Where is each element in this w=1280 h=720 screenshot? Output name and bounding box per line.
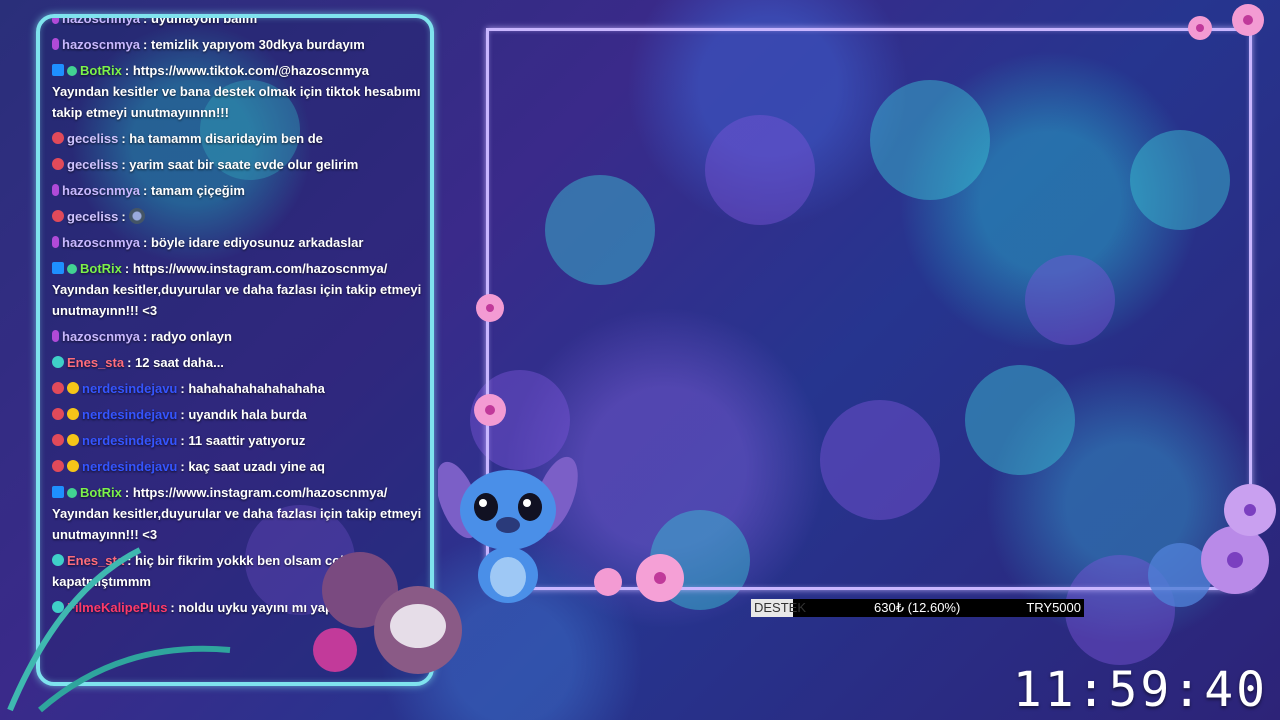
donation-label: DESTEK	[754, 600, 807, 615]
chat-username[interactable]: geceliss	[67, 131, 118, 146]
chat-username[interactable]: hazoscnmya	[62, 329, 140, 344]
chat-message: geceliss:	[52, 206, 422, 227]
chat-emote-icon	[129, 208, 146, 224]
chat-message: nerdesindejavu: 11 saattir yatıyoruz	[52, 430, 422, 451]
bot-badge-icon	[52, 262, 64, 274]
donation-goal-bar: DESTEK 630₺ (12.60%) TRY5000	[751, 599, 1084, 617]
chat-username[interactable]: hazoscnmya	[62, 18, 140, 26]
chat-message: geceliss: ha tamamm disaridayim ben de	[52, 128, 422, 149]
chat-message: nerdesindejavu: hahahahahahahahaha	[52, 378, 422, 399]
warning-badge-icon	[67, 408, 79, 420]
bot-badge-icon	[52, 486, 64, 498]
chat-username[interactable]: nerdesindejavu	[82, 407, 177, 422]
chat-username[interactable]: geceliss	[67, 157, 118, 172]
chat-message: hazoscnmya: uyumayom balım	[52, 14, 422, 29]
purple-badge-icon	[52, 18, 59, 24]
chat-username[interactable]: hazoscnmya	[62, 235, 140, 250]
devil-badge-icon	[52, 460, 64, 472]
chat-message: geceliss: yarim saat bir saate evde olur…	[52, 154, 422, 175]
chat-text: : yarim saat bir saate evde olur gelirim	[121, 157, 359, 172]
chat-text: : ha tamamm disaridayim ben de	[121, 131, 323, 146]
tropical-leaves-decoration	[7, 547, 462, 713]
purple-badge-icon	[52, 330, 59, 342]
chat-username[interactable]: BotRix	[80, 485, 122, 500]
purple-badge-icon	[52, 38, 59, 50]
hibiscus-bottom-icon	[594, 554, 684, 602]
chat-username[interactable]: nerdesindejavu	[82, 459, 177, 474]
warning-badge-icon	[67, 460, 79, 472]
warning-badge-icon	[67, 434, 79, 446]
purple-badge-icon	[52, 184, 59, 196]
chat-message: nerdesindejavu: uyandık hala burda	[52, 404, 422, 425]
stream-capture-frame	[486, 28, 1252, 590]
chat-message: hazoscnmya: radyo onlayn	[52, 326, 422, 347]
chat-username[interactable]: geceliss	[67, 209, 118, 224]
chat-text: : uyandık hala burda	[180, 407, 307, 422]
chat-username[interactable]: hazoscnmya	[62, 183, 140, 198]
devil-badge-icon	[52, 434, 64, 446]
chat-username[interactable]: nerdesindejavu	[82, 433, 177, 448]
chat-text: : 11 saattir yatıyoruz	[180, 433, 306, 448]
hibiscus-purple-icon	[1148, 484, 1276, 607]
devil-badge-icon	[52, 210, 64, 222]
chat-message: nerdesindejavu: kaç saat uzadı yine aq	[52, 456, 422, 477]
chat-text: :	[121, 209, 126, 224]
chat-username[interactable]: hazoscnmya	[62, 37, 140, 52]
chat-text: : 12 saat daha...	[127, 355, 224, 370]
bot-badge-icon	[52, 64, 64, 76]
chat-message: hazoscnmya: tamam çiçeğim	[52, 180, 422, 201]
chat-username[interactable]: BotRix	[80, 261, 122, 276]
chat-text: : radyo onlayn	[143, 329, 232, 344]
chat-message: hazoscnmya: böyle idare ediyosunuz arkad…	[52, 232, 422, 253]
devil-badge-icon	[52, 382, 64, 394]
hibiscus-side-icon	[474, 294, 506, 426]
chat-text: : böyle idare ediyosunuz arkadaslar	[143, 235, 364, 250]
chat-username[interactable]: BotRix	[80, 63, 122, 78]
chat-text: : temizlik yapıyom 30dkya burdayım	[143, 37, 365, 52]
chat-username[interactable]: nerdesindejavu	[82, 381, 177, 396]
teal-badge-icon	[52, 356, 64, 368]
chat-message: Enes_sta: 12 saat daha...	[52, 352, 422, 373]
devil-badge-icon	[52, 408, 64, 420]
chat-text: : kaç saat uzadı yine aq	[180, 459, 325, 474]
chat-message: BotRix: https://www.tiktok.com/@hazoscnm…	[52, 60, 422, 123]
donation-goal: TRY5000	[1026, 600, 1081, 615]
hibiscus-corner-icon	[1188, 4, 1264, 40]
chat-username[interactable]: Enes_sta	[67, 355, 124, 370]
verified-badge-icon	[67, 66, 77, 76]
stream-clock: 11:59:40	[1012, 662, 1268, 718]
chat-text: : hahahahahahahahaha	[180, 381, 325, 396]
devil-badge-icon	[52, 158, 64, 170]
purple-badge-icon	[52, 236, 59, 248]
warning-badge-icon	[67, 382, 79, 394]
verified-badge-icon	[67, 264, 77, 274]
chat-text: : uyumayom balım	[143, 14, 258, 26]
chat-message: BotRix: https://www.instagram.com/hazosc…	[52, 258, 422, 321]
devil-badge-icon	[52, 132, 64, 144]
donation-amount: 630₺ (12.60%)	[874, 600, 961, 615]
chat-message: hazoscnmya: temizlik yapıyom 30dkya burd…	[52, 34, 422, 55]
verified-badge-icon	[67, 488, 77, 498]
chat-text: : tamam çiçeğim	[143, 183, 245, 198]
